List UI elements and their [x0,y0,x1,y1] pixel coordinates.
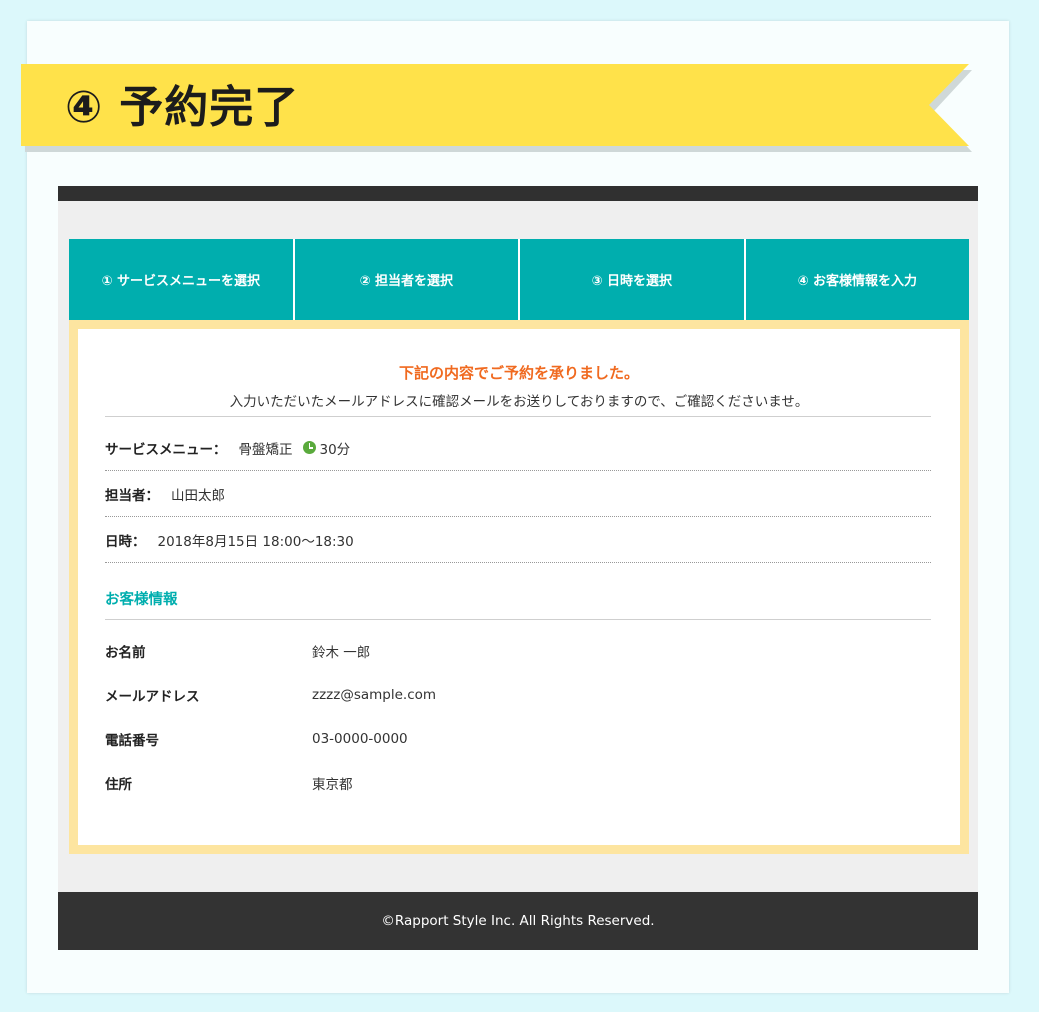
divider [105,619,931,620]
field-label: 電話番号 [105,733,159,749]
staff-row: 担当者： 山田太郎 [105,471,931,517]
field-label: 住所 [105,777,132,793]
datetime-value: 2018年8月15日 18:00〜18:30 [157,533,354,550]
field-label: メールアドレス [105,689,200,705]
content-panel-border: 下記の内容でご予約を承りました。 入力いただいたメールアドレスに確認メールをお送… [69,320,969,854]
step-customer-info[interactable]: ④ お客様情報を入力 [745,239,969,320]
title-ribbon: ④ 予約完了 [21,64,972,152]
customer-section-title: お客様情報 [105,592,178,608]
field-value: 鈴木 一郎 [312,645,371,661]
service-label: サービスメニュー： [105,441,227,458]
staff-label: 担当者： [105,487,159,504]
frame-top-bar [58,186,978,201]
service-row: サービスメニュー： 骨盤矯正 30分 [105,425,931,471]
service-duration: 30分 [319,441,351,458]
page-title: ④ 予約完了 [65,74,299,142]
content-panel: 下記の内容でご予約を承りました。 入力いただいたメールアドレスに確認メールをお送… [78,329,960,845]
step-service-menu[interactable]: ① サービスメニューを選択 [69,239,295,320]
footer: ©Rapport Style Inc. All Rights Reserved. [58,892,978,950]
step-navigation: ① サービスメニューを選択 ② 担当者を選択 ③ 日時を選択 ④ お客様情報を入… [69,239,969,320]
datetime-label: 日時： [105,533,146,550]
copyright-text: ©Rapport Style Inc. All Rights Reserved. [381,913,655,929]
staff-value: 山田太郎 [171,487,225,504]
service-value: 骨盤矯正 [238,441,293,458]
divider [105,416,931,417]
confirmation-heading: 下記の内容でご予約を承りました。 [398,364,639,382]
customer-address-row: 住所 東京都 [105,773,931,793]
customer-phone-row: 電話番号 03-0000-0000 [105,729,931,749]
booking-frame: ① サービスメニューを選択 ② 担当者を選択 ③ 日時を選択 ④ お客様情報を入… [58,186,978,950]
customer-email-row: メールアドレス zzzz@sample.com [105,685,931,705]
field-value: 東京都 [312,777,353,793]
confirmation-message: 入力いただいたメールアドレスに確認メールをお送りしておりますので、ご確認ください… [229,394,809,410]
datetime-row: 日時： 2018年8月15日 18:00〜18:30 [105,517,931,563]
title-text: 予約完了 [119,82,300,133]
field-label: お名前 [105,645,146,661]
clock-icon [302,441,316,454]
field-value: zzzz@sample.com [312,687,437,703]
field-value: 03-0000-0000 [312,731,408,747]
step-staff[interactable]: ② 担当者を選択 [294,239,520,320]
step-datetime[interactable]: ③ 日時を選択 [520,239,746,320]
customer-name-row: お名前 鈴木 一郎 [105,641,931,661]
title-number: ④ [65,82,104,133]
